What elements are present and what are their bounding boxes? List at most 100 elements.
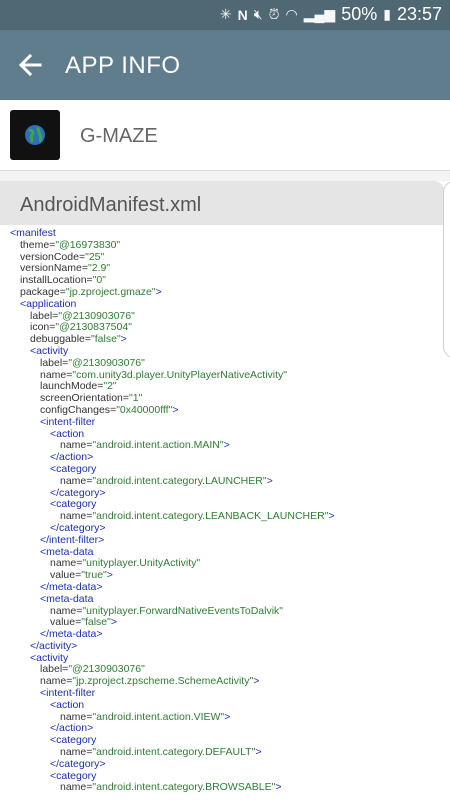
xml-tag-end: > [120, 333, 127, 346]
xml-attr-name: configChanges= [40, 403, 117, 416]
xml-tag: <application [20, 297, 77, 310]
xml-attr-name: name= [60, 510, 93, 523]
xml-tag-end: > [155, 285, 162, 298]
xml-tag: <meta-data [40, 545, 94, 558]
xml-attr-value: "jp.zproject.zpscheme.SchemeActivity" [72, 675, 254, 688]
xml-attr-value: "false" [91, 333, 121, 346]
xml-attr-name: label= [40, 663, 69, 676]
xml-tag-end: > [110, 616, 118, 629]
code-line: name="android.intent.category.BROWSABLE"… [0, 782, 450, 794]
back-button[interactable] [16, 49, 44, 81]
xml-attr-value: "android.intent.category.LAUNCHER" [92, 474, 267, 487]
xml-attr-name: launchMode= [40, 380, 104, 393]
wifi-icon: ◠ [285, 6, 298, 22]
xml-attr-name: versionCode= [20, 250, 86, 263]
xml-attr-value: "android.intent.action.MAIN" [92, 439, 224, 452]
xml-tag: </action> [50, 722, 94, 735]
battery-percent: 50% [341, 4, 378, 24]
xml-attr-name: screenOrientation= [40, 392, 130, 405]
xml-tag: <intent-filter [40, 415, 96, 428]
xml-tag: </category> [50, 521, 106, 534]
xml-attr-value: "2.9" [88, 262, 111, 275]
xml-attr-value: "android.intent.category.DEFAULT" [92, 746, 256, 759]
xml-attr-value: "com.unity3d.player.UnityPlayerNativeAct… [72, 368, 288, 381]
xml-attr-value: "@2130903076" [58, 309, 135, 322]
xml-attr-value: "@2130903076" [68, 356, 145, 369]
xml-attr-value: "0x40000fff" [116, 403, 173, 416]
xml-tag: </category> [50, 757, 106, 770]
xml-attr-name: name= [50, 557, 83, 570]
xml-attr-value: "@16973830" [55, 238, 121, 251]
xml-attr-name: name= [40, 368, 73, 381]
xml-tag: <category [50, 734, 97, 747]
xml-attr-value: "unityplayer.ForwardNativeEventsToDalvik… [82, 604, 284, 617]
xml-tag-end: > [255, 746, 262, 759]
xml-tag-end: > [275, 781, 282, 794]
xml-tag: </meta-data> [40, 580, 103, 593]
status-bar: ✳ N 🔇︎ ⏰︎ ◠ ▂▄▆ 50% ▮ 23:57 [0, 0, 450, 30]
signal-icon: ▂▄▆ [303, 6, 336, 22]
xml-tag: </intent-filter> [40, 533, 105, 546]
xml-attr-value: "2" [103, 380, 117, 393]
xml-tag-end: > [106, 569, 113, 582]
xml-tag: <category [50, 462, 97, 475]
xml-attr-name: installLocation= [20, 274, 93, 287]
clock: 23:57 [396, 4, 442, 24]
xml-attr-name: value= [50, 569, 82, 582]
xml-tag: <action [50, 698, 85, 711]
battery-icon: ▮ [383, 6, 391, 22]
alarm-icon: ⏰︎ [268, 6, 280, 22]
xml-attr-value: "android.intent.category.LEANBACK_LAUNCH… [92, 510, 329, 523]
xml-attr-name: name= [60, 781, 93, 794]
nfc-icon: N [237, 6, 248, 23]
xml-tag: <activity [30, 651, 69, 664]
xml-tag: <intent-filter [40, 687, 96, 700]
app-bar: APP INFO [0, 30, 450, 100]
xml-tag: <activity [30, 344, 69, 357]
app-icon [10, 110, 60, 160]
xml-attr-value: "android.intent.action.VIEW" [92, 710, 225, 723]
xml-attr-value: "unityplayer.UnityActivity" [82, 557, 201, 570]
globe-icon [25, 125, 45, 145]
xml-attr-value: "false" [81, 616, 111, 629]
xml-tag-end: > [266, 474, 273, 487]
app-summary-row: G-MAZE [0, 100, 450, 171]
file-title: AndroidManifest.xml [20, 194, 202, 216]
xml-tag: <action [50, 427, 85, 440]
xml-attr-name: package= [20, 285, 66, 298]
xml-tag: <manifest [10, 227, 56, 239]
file-header: AndroidManifest.xml [0, 181, 444, 225]
xml-tag-end: > [224, 710, 231, 723]
bluetooth-icon: ✳ [219, 6, 232, 22]
xml-attr-value: "0" [92, 274, 106, 287]
xml-tag: </activity> [30, 639, 78, 652]
xml-attr-value: "true" [81, 569, 107, 582]
xml-tag: <category [50, 498, 97, 511]
xml-attr-name: theme= [20, 238, 56, 251]
xml-tag: <category [50, 769, 97, 782]
xml-tag-end: > [172, 403, 179, 416]
xml-tag: </action> [50, 451, 94, 464]
app-name: G-MAZE [80, 125, 158, 147]
manifest-code-view[interactable]: <manifest theme="@16973830" versionCode="2… [0, 226, 450, 802]
xml-attr-name: versionName= [20, 262, 88, 275]
xml-attr-value: "android.intent.category.BROWSABLE" [92, 781, 276, 794]
xml-tag: </category> [50, 486, 106, 499]
xml-attr-name: icon= [30, 321, 56, 334]
xml-tag-end: > [328, 510, 335, 523]
xml-attr-name: name= [60, 710, 93, 723]
section-gap [0, 171, 450, 181]
xml-tag-end: > [253, 675, 260, 688]
xml-attr-name: name= [60, 474, 93, 487]
xml-attr-value: "jp.zproject.gmaze" [65, 285, 156, 298]
xml-attr-name: label= [30, 309, 59, 322]
mute-icon: 🔇︎ [253, 6, 263, 22]
xml-attr-name: name= [40, 675, 73, 688]
page-title: APP INFO [65, 52, 181, 79]
xml-attr-value: "@2130837504" [55, 321, 132, 334]
xml-attr-value: "1" [129, 392, 143, 405]
xml-attr-name: name= [50, 604, 83, 617]
xml-attr-value: "25" [85, 250, 105, 263]
arrow-left-icon [18, 53, 42, 77]
xml-tag: <meta-data [40, 592, 94, 605]
